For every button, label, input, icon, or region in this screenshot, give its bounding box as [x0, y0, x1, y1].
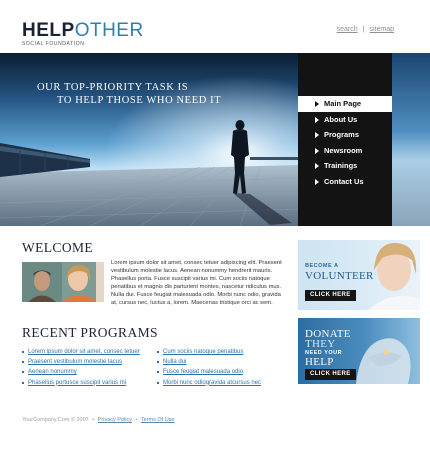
- welcome-heading: WELCOME: [22, 240, 94, 255]
- nav-item-main-page[interactable]: Main Page: [298, 96, 392, 112]
- arrow-right-icon: [315, 163, 319, 169]
- program-link[interactable]: Phasellus portusce suscipit varius mi: [28, 380, 126, 386]
- main-nav: Main Page About Us Programs Newsroom Tra…: [298, 53, 392, 226]
- donate-banner[interactable]: DONATE THEY NEED YOUR HELP CLICK HERE: [298, 318, 420, 384]
- logo-part-help: HELP: [22, 20, 75, 41]
- arrow-right-icon: [315, 179, 319, 185]
- list-item: Morbi nunc odiogravida atcursus nec: [157, 378, 261, 388]
- logo-part-other: OTHER: [74, 20, 144, 41]
- top-links: search | sitemap: [337, 26, 394, 33]
- nav-item-programs[interactable]: Programs: [298, 127, 392, 143]
- welcome-photo: [22, 262, 104, 302]
- program-link[interactable]: Nulla dui: [163, 359, 186, 365]
- list-item: Phasellus portusce suscipit varius mi: [22, 378, 140, 388]
- nav-item-contact-us[interactable]: Contact Us: [298, 174, 392, 190]
- footer-bullet: •: [135, 417, 138, 423]
- donate-click-here-button[interactable]: CLICK HERE: [305, 369, 356, 380]
- nav-item-label: Programs: [324, 130, 360, 139]
- hero-headline-line2: to help those who need it: [57, 95, 222, 106]
- terms-of-use-link[interactable]: Terms Of Use: [141, 417, 175, 423]
- program-link[interactable]: Morbi nunc odiogravida atcursus nec: [163, 380, 261, 386]
- arrow-right-icon: [315, 117, 319, 123]
- footer: YourCompany.Com © 2007 • Privacy Policy …: [22, 417, 175, 423]
- nav-item-trainings[interactable]: Trainings: [298, 158, 392, 174]
- list-item: Fusce feugiat malesuada odio: [157, 367, 261, 377]
- list-item: Lorem ipsum dolor sit amet, consec tetue…: [22, 347, 140, 357]
- logo-tagline: SOCIAL FOUNDATION: [22, 41, 85, 47]
- nav-item-label: Trainings: [324, 161, 358, 170]
- list-item: Praesent vestibulum molestie lacus: [22, 357, 140, 367]
- nav-item-about-us[interactable]: About Us: [298, 112, 392, 128]
- nav-item-label: Main Page: [324, 99, 362, 108]
- hero-headline-line1: Our top-priority task is: [37, 82, 189, 93]
- volunteer-banner[interactable]: BECOME A VOLUNTEER CLICK HERE: [298, 240, 420, 310]
- program-link[interactable]: Fusce feugiat malesuada odio: [163, 369, 243, 375]
- donate-help: HELP: [305, 356, 334, 368]
- couple-photo-illustration: [22, 262, 104, 302]
- program-link[interactable]: Cum sociis natoque penatibus: [163, 349, 243, 355]
- hero-image: Our top-priority task is to help those w…: [0, 53, 298, 226]
- nav-item-label: About Us: [324, 115, 358, 124]
- donate-they: THEY: [305, 338, 336, 350]
- top-links-separator: |: [362, 26, 365, 33]
- nav-item-label: Contact Us: [324, 177, 364, 186]
- welcome-body: Lorem ipsum dolor sit amet, consec tetue…: [111, 260, 282, 307]
- program-link[interactable]: Aenean nonummy: [28, 369, 77, 375]
- recent-programs-heading: RECENT PROGRAMS: [22, 325, 158, 340]
- arrow-right-icon: [315, 101, 319, 107]
- privacy-policy-link[interactable]: Privacy Policy: [98, 417, 132, 423]
- arrow-right-icon: [315, 132, 319, 138]
- nav-item-newsroom[interactable]: Newsroom: [298, 143, 392, 159]
- volunteer-title: VOLUNTEER: [305, 270, 374, 282]
- programs-list-right: Cum sociis natoque penatibus Nulla dui F…: [157, 347, 261, 388]
- list-item: Nulla dui: [157, 357, 261, 367]
- volunteer-kicker: BECOME A: [305, 263, 339, 269]
- list-item: Cum sociis natoque penatibus: [157, 347, 261, 357]
- list-item: Aenean nonummy: [22, 367, 140, 377]
- footer-copyright: YourCompany.Com © 2007: [22, 417, 89, 423]
- nav-item-label: Newsroom: [324, 146, 363, 155]
- program-link[interactable]: Lorem ipsum dolor sit amet, consec tetue…: [28, 349, 140, 355]
- volunteer-click-here-button[interactable]: CLICK HERE: [305, 290, 356, 301]
- sitemap-link[interactable]: sitemap: [369, 26, 394, 33]
- logo-wordmark: HELPOTHER: [22, 21, 144, 40]
- search-link[interactable]: search: [337, 26, 358, 33]
- footer-bullet: •: [92, 417, 95, 423]
- programs-list-left: Lorem ipsum dolor sit amet, consec tetue…: [22, 347, 140, 388]
- program-link[interactable]: Praesent vestibulum molestie lacus: [28, 359, 122, 365]
- hero-illustration: [0, 53, 298, 226]
- arrow-right-icon: [315, 148, 319, 154]
- logo[interactable]: HELPOTHER SOCIAL FOUNDATION: [22, 21, 144, 47]
